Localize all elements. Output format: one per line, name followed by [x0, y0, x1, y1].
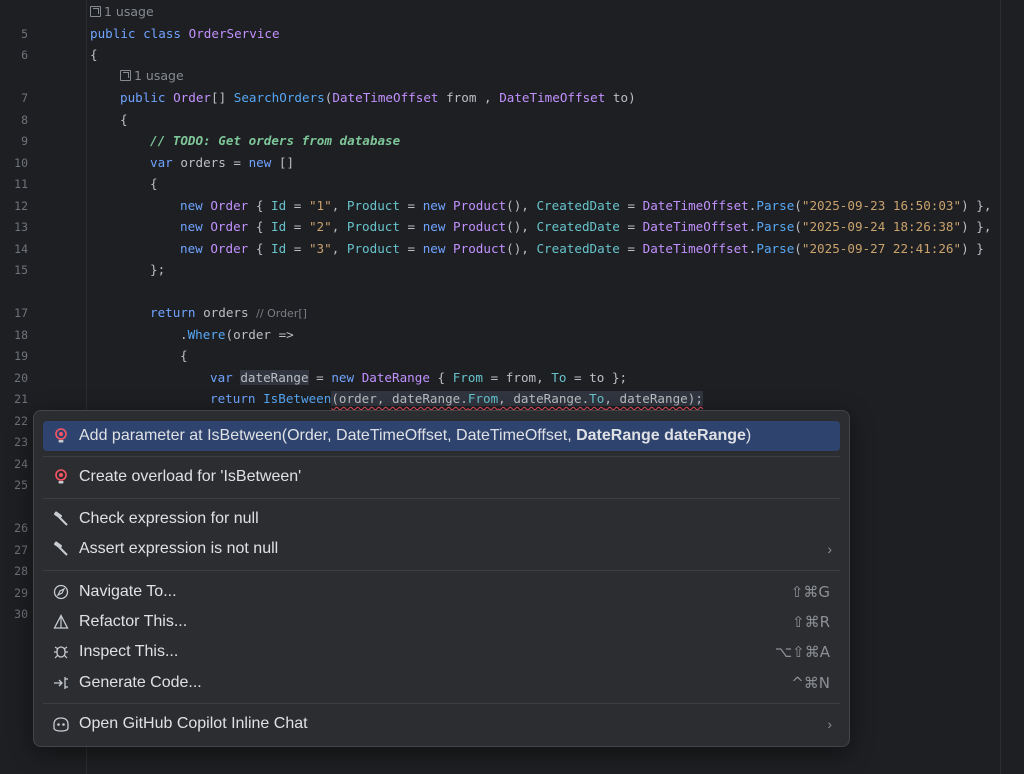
- type-inlay-hint: // Order[]: [256, 307, 307, 320]
- line-number: 5: [21, 27, 28, 41]
- line-number: 30: [14, 607, 28, 621]
- code-line-18: .Where(order =>: [180, 327, 294, 342]
- line-number: 24: [14, 457, 28, 471]
- line-number: 22: [14, 414, 28, 428]
- separator: [43, 703, 840, 704]
- line-number: 6: [21, 48, 28, 62]
- code-line-9: // TODO: Get orders from database: [150, 133, 401, 148]
- code-line-8: {: [120, 112, 128, 127]
- add-parameter-action[interactable]: Add parameter at IsBetween(Order, DateTi…: [43, 421, 840, 451]
- code-line-19: {: [180, 348, 188, 363]
- code-line-20: var dateRange = new DateRange { From = f…: [210, 370, 628, 385]
- line-number: 11: [14, 177, 28, 191]
- line-number: 23: [14, 435, 28, 449]
- line-number: 12: [14, 199, 28, 213]
- usage-hint[interactable]: 1 usage: [120, 68, 184, 83]
- refactor-icon: [52, 613, 70, 631]
- line-number: 7: [21, 91, 28, 105]
- line-number: 29: [14, 586, 28, 600]
- code-line-21: return IsBetween(order, dateRange.From, …: [210, 391, 703, 406]
- line-number: 17: [14, 306, 28, 320]
- code-line-13: new Order { Id = "2", Product = new Prod…: [180, 219, 992, 234]
- code-line-14: new Order { Id = "3", Product = new Prod…: [180, 241, 984, 256]
- line-number: 26: [14, 521, 28, 535]
- line-number: 27: [14, 543, 28, 557]
- assert-not-null-action[interactable]: Assert expression is not null ›: [43, 534, 840, 564]
- navigate-to-action[interactable]: Navigate To... ⇧⌘G: [43, 577, 840, 607]
- hammer-icon: [52, 540, 70, 558]
- separator: [43, 456, 840, 457]
- line-number: 28: [14, 564, 28, 578]
- generate-icon: [52, 674, 70, 692]
- external-link-icon: [120, 70, 131, 81]
- shortcut-label: ⇧⌘R: [792, 613, 830, 631]
- inspect-this-action[interactable]: Inspect This... ⌥⇧⌘A: [43, 637, 840, 667]
- shortcut-label: ⌥⇧⌘A: [774, 643, 830, 661]
- right-margin-guide: [1000, 0, 1001, 774]
- generate-code-action[interactable]: Generate Code... ^⌘N: [43, 668, 840, 698]
- code-line-7: public Order[] SearchOrders(DateTimeOffs…: [120, 90, 636, 105]
- chevron-right-icon: ›: [827, 716, 832, 732]
- shortcut-label: ⇧⌘G: [790, 583, 830, 601]
- refactor-this-action[interactable]: Refactor This... ⇧⌘R: [43, 607, 840, 637]
- line-number: 10: [14, 156, 28, 170]
- line-number: 19: [14, 349, 28, 363]
- context-actions-popup: Add parameter at IsBetween(Order, DateTi…: [33, 410, 850, 747]
- code-line-12: new Order { Id = "1", Product = new Prod…: [180, 198, 992, 213]
- code-line-5: public class OrderService: [90, 26, 280, 41]
- line-number: 18: [14, 328, 28, 342]
- bulb-icon: [52, 468, 70, 486]
- separator: [43, 498, 840, 499]
- shortcut-label: ^⌘N: [791, 674, 830, 692]
- compass-icon: [52, 583, 70, 601]
- code-line-10: var orders = new []: [150, 155, 295, 170]
- check-null-action[interactable]: Check expression for null: [43, 504, 840, 534]
- line-number: 15: [14, 263, 28, 277]
- line-number: 25: [14, 478, 28, 492]
- code-line-11: {: [150, 176, 158, 191]
- hammer-icon: [52, 510, 70, 528]
- inspect-icon: [52, 643, 70, 661]
- separator: [43, 570, 840, 571]
- code-line-17: return orders // Order[]: [150, 305, 307, 320]
- create-overload-action[interactable]: Create overload for 'IsBetween': [43, 462, 840, 492]
- bulb-icon: [52, 427, 70, 445]
- line-number: 8: [21, 113, 28, 127]
- line-number: 13: [14, 220, 28, 234]
- code-line-15: };: [150, 262, 166, 277]
- copilot-icon: [52, 715, 70, 733]
- chevron-right-icon: ›: [827, 541, 832, 557]
- line-number: 14: [14, 242, 28, 256]
- code-line-6: {: [90, 47, 98, 62]
- usage-hint[interactable]: 1 usage: [90, 4, 154, 19]
- line-number: 21: [14, 392, 28, 406]
- line-number: 20: [14, 371, 28, 385]
- copilot-inline-chat-action[interactable]: Open GitHub Copilot Inline Chat ›: [43, 709, 840, 739]
- external-link-icon: [90, 6, 101, 17]
- line-number: 9: [21, 134, 28, 148]
